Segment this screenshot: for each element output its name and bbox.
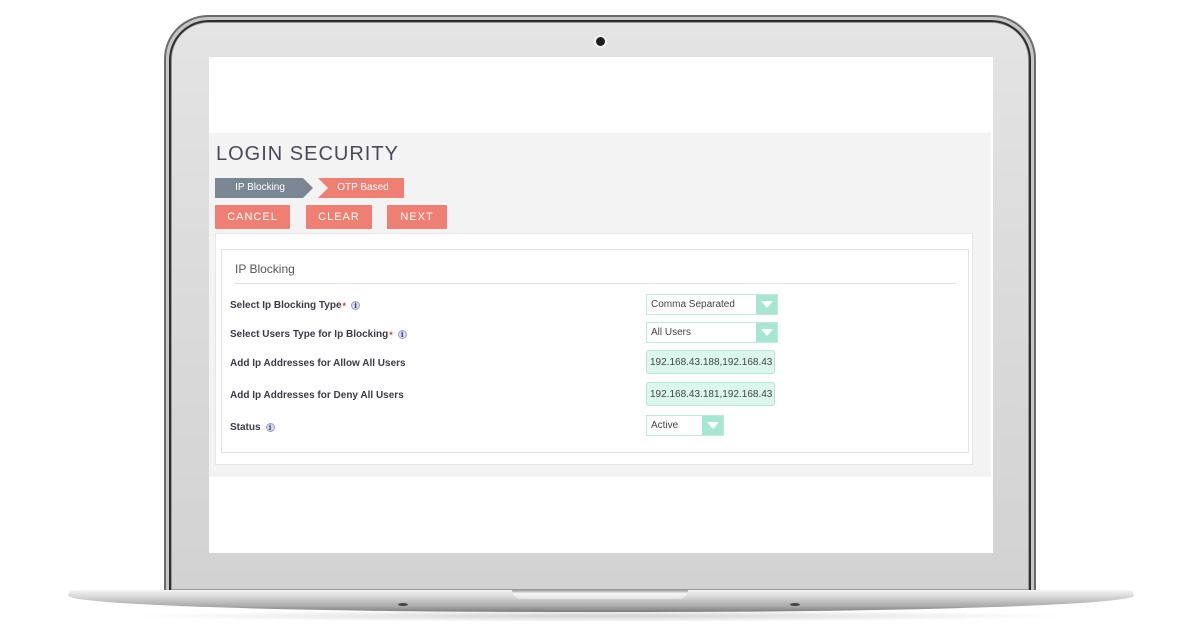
wizard-steps: IP Blocking OTP Based xyxy=(215,178,404,198)
status-label: Status i xyxy=(230,422,275,433)
chevron-down-icon[interactable] xyxy=(756,323,777,342)
form-container: IP Blocking Select Ip Blocking Type * i … xyxy=(215,233,973,465)
chevron-down-icon[interactable] xyxy=(702,416,723,435)
blocking-type-label: Select Ip Blocking Type * i xyxy=(230,300,361,311)
status-label-text: Status xyxy=(230,422,261,433)
users-type-value: All Users xyxy=(651,327,692,338)
allow-ips-label: Add Ip Addresses for Allow All Users xyxy=(230,358,406,369)
deny-ips-row: Add Ip Addresses for Deny All Users xyxy=(230,385,404,405)
action-bar: CANCEL CLEAR NEXT xyxy=(215,205,447,229)
ip-blocking-panel: IP Blocking Select Ip Blocking Type * i … xyxy=(221,249,969,453)
blocking-type-control: Comma Separated xyxy=(646,294,778,315)
info-icon[interactable]: i xyxy=(265,423,275,432)
panel-title: IP Blocking xyxy=(235,262,295,276)
status-select[interactable]: Active xyxy=(646,415,724,436)
laptop-screen: LOGIN SECURITY IP Blocking OTP Based CAN… xyxy=(209,57,993,553)
chevron-down-icon[interactable] xyxy=(756,295,777,314)
users-type-select[interactable]: All Users xyxy=(646,322,778,343)
laptop-foot xyxy=(398,603,408,606)
page-title: LOGIN SECURITY xyxy=(216,143,399,165)
divider xyxy=(234,283,956,284)
laptop-notch xyxy=(512,590,688,599)
cancel-button[interactable]: CANCEL xyxy=(215,205,290,229)
status-control: Active xyxy=(646,415,724,436)
deny-ips-label: Add Ip Addresses for Deny All Users xyxy=(230,390,404,401)
blocking-type-select[interactable]: Comma Separated xyxy=(646,294,778,315)
allow-ips-control xyxy=(646,350,775,374)
allow-ips-row: Add Ip Addresses for Allow All Users xyxy=(230,353,406,373)
users-type-control: All Users xyxy=(646,322,778,343)
next-button[interactable]: NEXT xyxy=(387,205,447,229)
login-security-page: LOGIN SECURITY IP Blocking OTP Based CAN… xyxy=(209,133,991,477)
deny-ips-input[interactable] xyxy=(646,382,775,406)
laptop-foot xyxy=(790,603,800,606)
users-type-label: Select Users Type for Ip Blocking * i xyxy=(230,329,407,340)
required-marker: * xyxy=(389,329,393,340)
users-type-row: Select Users Type for Ip Blocking * i xyxy=(230,324,407,344)
blocking-type-label-text: Select Ip Blocking Type xyxy=(230,300,342,311)
blocking-type-row: Select Ip Blocking Type * i xyxy=(230,295,361,315)
webcam-icon xyxy=(594,35,607,48)
step-otp-based[interactable]: OTP Based xyxy=(318,178,404,198)
info-icon[interactable]: i xyxy=(397,330,407,339)
deny-ips-control xyxy=(646,382,775,406)
users-type-label-text: Select Users Type for Ip Blocking xyxy=(230,329,389,340)
status-row: Status i xyxy=(230,417,275,437)
required-marker: * xyxy=(342,300,347,311)
blocking-type-value: Comma Separated xyxy=(651,299,735,310)
clear-button[interactable]: CLEAR xyxy=(306,205,372,229)
step-ip-blocking[interactable]: IP Blocking xyxy=(215,178,313,198)
status-value: Active xyxy=(651,420,679,431)
info-icon[interactable]: i xyxy=(351,301,361,310)
allow-ips-input[interactable] xyxy=(646,350,775,374)
